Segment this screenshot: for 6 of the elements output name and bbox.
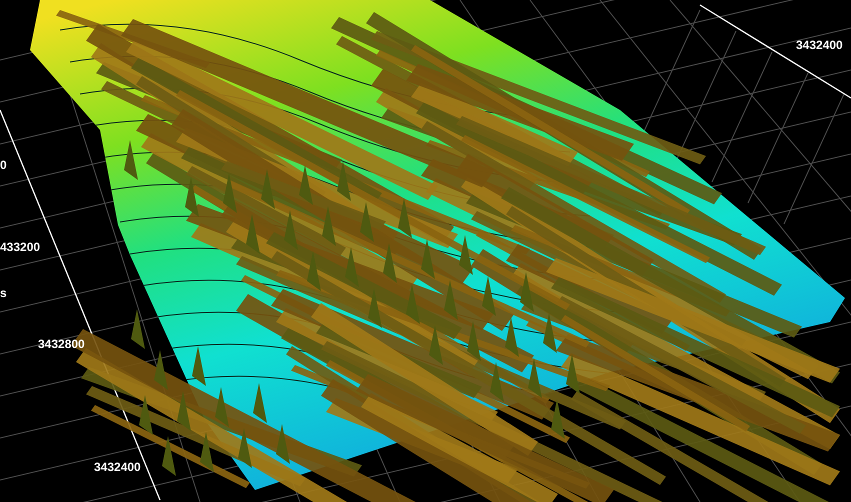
axis-label: s bbox=[0, 286, 7, 300]
axis-label: 0 bbox=[0, 158, 7, 172]
axis-label: 3432800 bbox=[38, 337, 85, 351]
axis-label: 433200 bbox=[0, 240, 40, 254]
axis-label: 3432400 bbox=[796, 38, 843, 52]
axis-label: 3432400 bbox=[94, 460, 141, 474]
